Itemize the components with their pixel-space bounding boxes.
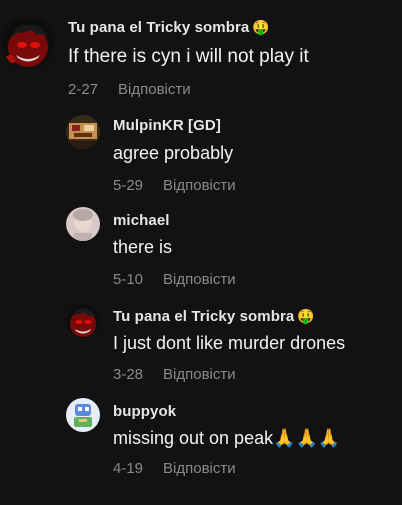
comment-text: missing out on peak🙏🙏🙏: [113, 428, 341, 448]
comment-meta: 3-28 Відповісти: [113, 366, 236, 383]
comment-author[interactable]: buppyok: [113, 403, 176, 420]
comment-meta: 2-27 Відповісти: [68, 81, 191, 98]
michael-avatar-icon[interactable]: [66, 207, 100, 241]
comment-text: I just dont like murder drones: [113, 333, 346, 353]
reply-button[interactable]: Відповісти: [118, 81, 191, 98]
comment-date: 5-29: [113, 177, 144, 194]
comment-date: 3-28: [113, 366, 144, 383]
comment-text: If there is cyn i will not play it: [68, 46, 309, 67]
comment-meta: 4-19 Відповісти: [113, 460, 236, 477]
comment-author[interactable]: Tu pana el Tricky sombra 🤑: [113, 308, 315, 325]
money-face-emoji: 🤑: [252, 19, 270, 35]
mulpin-avatar-icon[interactable]: [66, 115, 100, 149]
buppyok-avatar-icon[interactable]: [66, 398, 100, 432]
tricky-avatar-icon[interactable]: [2, 17, 54, 69]
tricky-avatar-icon[interactable]: [66, 304, 100, 338]
reply-button[interactable]: Відповісти: [163, 177, 236, 194]
reply-button[interactable]: Відповісти: [163, 460, 236, 477]
comment-meta: 5-29 Відповісти: [113, 177, 236, 194]
reply-button[interactable]: Відповісти: [163, 366, 236, 383]
comment-text: there is: [113, 237, 173, 257]
comment-meta: 5-10 Відповісти: [113, 271, 236, 288]
money-face-emoji: 🤑: [297, 308, 315, 324]
comment-author[interactable]: MulpinKR [GD]: [113, 117, 221, 134]
comment-text: agree probably: [113, 143, 234, 163]
comment-date: 5-10: [113, 271, 144, 288]
comment-date: 4-19: [113, 460, 144, 477]
comment-author[interactable]: michael: [113, 212, 170, 229]
comment-author[interactable]: Tu pana el Tricky sombra 🤑: [68, 19, 270, 36]
reply-button[interactable]: Відповісти: [163, 271, 236, 288]
comment-date: 2-27: [68, 81, 99, 98]
